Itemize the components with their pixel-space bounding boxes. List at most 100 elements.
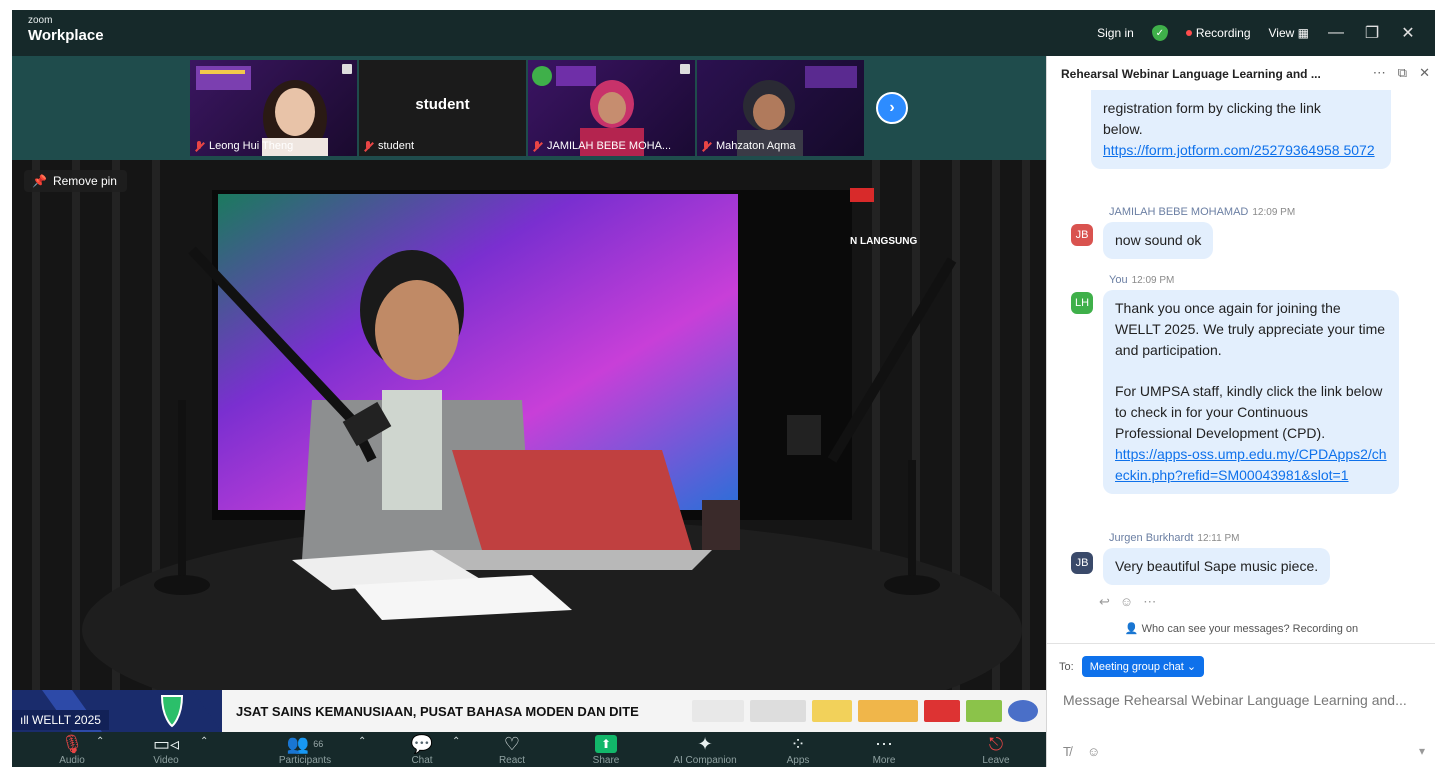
chat-options-caret-icon[interactable]: ⌃ — [452, 736, 460, 747]
avatar[interactable]: LH — [1071, 292, 1093, 314]
encryption-shield-icon[interactable]: ✓ — [1151, 25, 1168, 41]
heart-icon: ♡ — [503, 734, 521, 754]
share-button[interactable]: ⬆ Share — [584, 732, 628, 767]
video-button[interactable]: ▭◃ Video — [142, 732, 190, 767]
apps-button[interactable]: ⁘ Apps — [778, 732, 818, 767]
ticker-tag: ıll WELLT 2025 — [12, 710, 109, 730]
participants-button[interactable]: 👥 66 Participants — [270, 732, 340, 767]
restore-icon[interactable]: ❐ — [1363, 23, 1381, 43]
ai-companion-label: AI Companion — [673, 755, 737, 766]
video-label: Video — [153, 755, 179, 766]
participants-label: Participants — [278, 755, 332, 766]
sponsor-logo — [1008, 700, 1038, 722]
recipient-dropdown[interactable]: Meeting group chat ⌄ — [1081, 656, 1205, 677]
participant-name-text: JAMILAH BEBE MOHA... — [547, 140, 672, 152]
ai-companion-button[interactable]: ✦ AI Companion — [662, 732, 748, 767]
pop-out-icon[interactable]: ⧉ — [1398, 65, 1407, 81]
sign-in-link[interactable]: Sign in — [1097, 26, 1134, 40]
remove-pin-button[interactable]: 📌 Remove pin — [24, 170, 127, 192]
more-label: More — [872, 755, 896, 766]
muted-mic-icon — [701, 140, 711, 152]
composer-toolbar: T̸ ☺ — [1063, 744, 1100, 759]
leave-button[interactable]: ⎋ Leave — [976, 732, 1016, 767]
video-camera-icon: ▭◃ — [152, 734, 180, 754]
broadcast-screen-text: N LANGSUNG — [850, 236, 918, 247]
ticker-brand-block: ıll WELLT 2025 — [12, 690, 222, 732]
message-time: 12:11 PM — [1197, 533, 1240, 544]
more-icon: ⋯ — [875, 734, 893, 754]
chat-button[interactable]: 💬 Chat — [402, 732, 442, 767]
grid-view-icon: ▦ — [1297, 26, 1309, 40]
emoji-icon[interactable]: ☺ — [1087, 744, 1100, 759]
muted-mic-icon: 🎙 — [60, 734, 84, 754]
participant-tile[interactable]: student student — [359, 60, 526, 156]
apps-label: Apps — [786, 755, 810, 766]
brand-large: Workplace — [28, 27, 104, 44]
participant-name-text: Leong Hui Theng — [209, 140, 294, 152]
participant-tile[interactable]: JAMILAH BEBE MOHA... — [528, 60, 695, 156]
chat-icon: 💬 — [410, 734, 434, 754]
next-page-arrow-icon[interactable]: › — [876, 92, 908, 124]
chevron-down-icon: ⌄ — [1186, 661, 1197, 673]
chat-visibility-note[interactable]: 👤 Who can see your messages? Recording o… — [1047, 622, 1435, 644]
remove-pin-label: Remove pin — [52, 174, 117, 188]
broadcast-ticker: ıll WELLT 2025 JSAT SAINS KEMANUSIAAN, P… — [12, 690, 1046, 732]
chat-message-bubble: Very beautiful Sape music piece. — [1103, 548, 1331, 585]
leave-label: Leave — [982, 755, 1010, 766]
message-text: registration form by clicking the link — [1103, 100, 1321, 116]
chat-message-bubble: registration form by clicking the link b… — [1091, 90, 1391, 169]
message-input[interactable] — [1063, 692, 1431, 708]
participant-name: JAMILAH BEBE MOHA... — [532, 140, 671, 152]
message-sender: Jurgen Burkhardt 12:11 PM — [1109, 532, 1239, 544]
ticker-text: JSAT SAINS KEMANUSIAAN, PUSAT BAHASA MOD… — [236, 703, 639, 719]
meeting-toolbar: 🎙 Audio ⌃ ▭◃ Video ⌃ 👥 66 Participants ⌃ … — [12, 732, 1046, 767]
audio-options-caret-icon[interactable]: ⌃ — [96, 736, 104, 747]
sender-name: JAMILAH BEBE MOHAMAD — [1109, 206, 1249, 218]
format-icon[interactable]: T̸ — [1063, 744, 1071, 759]
zoom-window: zoom Workplace Sign in ✓ Recording View … — [12, 10, 1435, 767]
message-text: For UMPSA staff, kindly click the link b… — [1115, 383, 1383, 441]
sponsor-logo — [692, 700, 744, 722]
tile-options-icon[interactable] — [680, 64, 690, 74]
signal-icon: ıll — [20, 713, 32, 727]
participant-tile[interactable]: Leong Hui Theng — [190, 60, 357, 156]
sender-name: Jurgen Burkhardt — [1109, 532, 1194, 544]
reply-icon[interactable]: ↩ — [1099, 594, 1110, 610]
meeting-area: Leong Hui Theng student student JAMILAH … — [12, 56, 1046, 767]
sender-name: You — [1109, 274, 1128, 286]
sponsor-logo — [858, 700, 918, 722]
message-text: below. — [1103, 121, 1143, 137]
message-link[interactable]: https://apps-oss.ump.edu.my/CPDApps2/che… — [1115, 444, 1387, 486]
app-logo: zoom Workplace — [28, 16, 104, 44]
message-text: Thank you once again for joining the WEL… — [1115, 300, 1386, 358]
close-icon[interactable]: ✕ — [1399, 23, 1417, 43]
apps-icon: ⁘ — [790, 734, 806, 754]
participant-count: 66 — [313, 739, 324, 749]
avatar[interactable]: JB — [1071, 552, 1093, 574]
message-more-icon[interactable]: ⋯ — [1143, 594, 1156, 610]
participant-name-text: student — [378, 140, 415, 152]
participant-name-text: Mahzaton Aqma — [716, 140, 796, 152]
tile-options-icon[interactable] — [342, 64, 352, 74]
recording-indicator[interactable]: Recording — [1185, 26, 1251, 40]
more-button[interactable]: ⋯ More — [864, 732, 904, 767]
message-text: Very beautiful Sape music piece. — [1115, 558, 1319, 574]
message-link[interactable]: https://form.jotform.com/25279364958 507… — [1103, 140, 1379, 161]
view-menu[interactable]: View ▦ — [1269, 26, 1309, 40]
avatar[interactable]: JB — [1071, 224, 1093, 246]
close-chat-icon[interactable]: ✕ — [1419, 65, 1430, 81]
sponsor-logo — [966, 700, 1002, 722]
react-label: React — [498, 755, 526, 766]
minimize-icon[interactable]: — — [1327, 24, 1345, 42]
send-button[interactable]: ▾ — [1419, 744, 1425, 758]
video-options-caret-icon[interactable]: ⌃ — [200, 736, 208, 747]
participant-tile[interactable]: Mahzaton Aqma — [697, 60, 864, 156]
participant-placeholder-name: student — [415, 96, 470, 113]
react-button[interactable]: ♡ React — [492, 732, 532, 767]
add-reaction-icon[interactable]: ☺ — [1120, 594, 1133, 610]
audio-button[interactable]: 🎙 Audio — [48, 732, 96, 767]
participants-options-caret-icon[interactable]: ⌃ — [358, 736, 366, 747]
sparkle-icon: ✦ — [697, 734, 713, 754]
more-options-icon[interactable]: ⋯ — [1373, 65, 1386, 81]
sponsor-logo — [924, 700, 960, 722]
